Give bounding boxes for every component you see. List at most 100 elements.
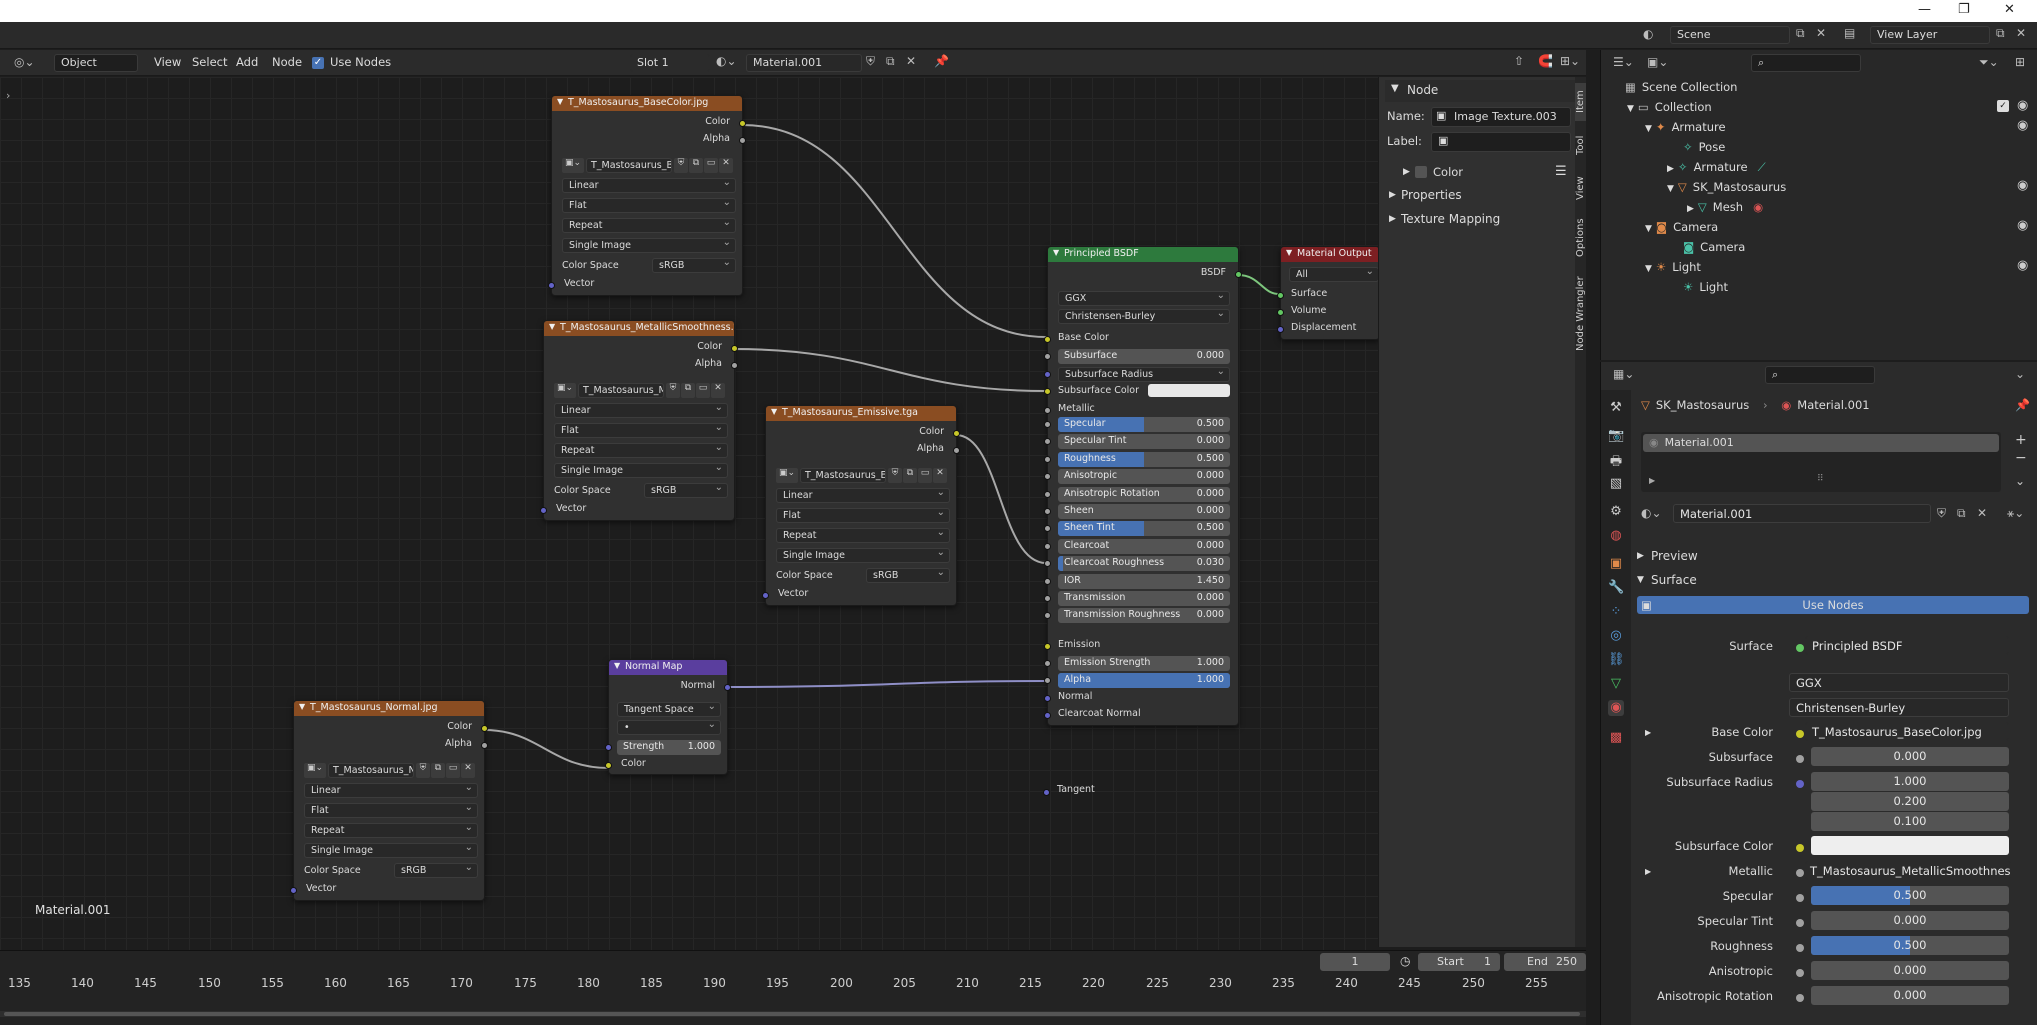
color-space-dropdown[interactable]: sRGB (644, 483, 728, 498)
distribution-dropdown[interactable]: GGX (1058, 291, 1230, 306)
source-dropdown[interactable]: Single Image (776, 548, 950, 563)
input-vector-socket[interactable] (290, 887, 297, 894)
anisotropic-rotation-slider[interactable]: Anisotropic Rotation 0.000 (1058, 487, 1230, 502)
snap-icon[interactable]: 🧲 (1538, 54, 1553, 68)
add-slot-icon[interactable]: + (2015, 432, 2027, 448)
render-tab-icon[interactable]: 📷 (1608, 428, 1624, 444)
color-expand-icon[interactable]: ▶ (1403, 167, 1410, 177)
pin-icon[interactable]: 📌 (2015, 398, 2030, 412)
properties-expand-icon[interactable]: ▶ (1389, 190, 1396, 200)
object-tab-icon[interactable]: ▣ (1608, 556, 1624, 572)
clock-icon[interactable]: ◷ (1400, 954, 1410, 968)
node-material-output[interactable]: ▼Material Output All Surface Volume Disp… (1277, 246, 1378, 340)
ior-slider[interactable]: IOR 1.450 (1058, 574, 1230, 589)
node-principled-bsdf[interactable]: ▼Principled BSDF BSDF GGX Christensen-Bu… (1044, 246, 1242, 726)
properties-section[interactable]: Properties (1401, 188, 1462, 202)
node-image-texture-metallic[interactable]: ▼ T_Mastosaurus_MetallicSmoothness.tga Co… (540, 320, 738, 521)
extension-dropdown[interactable]: Repeat (776, 528, 950, 543)
image-selector[interactable]: ▣⌄ T_Mastosaurus_N... ⛨ ⧉ ▭ ✕ (304, 763, 478, 779)
input-roughness-socket[interactable] (1044, 456, 1051, 463)
menu-select[interactable]: Select (192, 55, 227, 69)
specular-slider[interactable]: Specular 0.500 (1058, 417, 1230, 432)
output-alpha-socket[interactable] (739, 137, 746, 144)
outliner-camera[interactable]: ▼ ◙ Camera (1645, 220, 1718, 234)
output-color-socket[interactable] (739, 120, 746, 127)
slot-specials-icon[interactable]: ⌄ (2015, 474, 2025, 488)
tool-tab-icon[interactable]: ⚒ (1608, 400, 1624, 416)
use-nodes-button[interactable]: ▣ Use Nodes (1637, 596, 2029, 614)
outliner-light-data[interactable]: ☀ Light (1683, 280, 1728, 294)
pin-icon[interactable]: 📌 (934, 54, 949, 68)
unlink-image-icon[interactable]: ✕ (461, 763, 475, 778)
new-view-layer-icon[interactable]: ⧉ (1996, 26, 2005, 41)
node-panel-header[interactable]: ▼ Node (1385, 80, 1575, 102)
menu-view[interactable]: View (154, 55, 181, 69)
end-frame-field[interactable]: End 250 (1504, 953, 1586, 971)
duplicate-image-icon[interactable]: ⧉ (689, 158, 703, 173)
timeline-scrollbar[interactable] (0, 1011, 1586, 1017)
clearcoat-roughness-slider[interactable]: Clearcoat Roughness 0.030 (1058, 556, 1230, 571)
interpolation-dropdown[interactable]: Linear (776, 488, 950, 503)
uv-map-field[interactable]: • (617, 720, 721, 735)
input-metallic-socket[interactable] (1044, 407, 1051, 414)
delete-scene-icon[interactable]: ✕ (1816, 26, 1826, 40)
target-dropdown[interactable]: All (1289, 267, 1378, 282)
object-mode-dropdown[interactable]: Object (54, 54, 138, 72)
duplicate-image-icon[interactable]: ⧉ (903, 468, 917, 483)
outliner-pose[interactable]: ✧ Pose (1683, 140, 1725, 154)
eye-icon[interactable]: ◉ (2017, 118, 2028, 133)
node-label-field[interactable]: ▣ (1431, 132, 1571, 152)
start-frame-field[interactable]: Start 1 (1418, 953, 1500, 971)
output-tab-icon[interactable]: 🖶 (1608, 452, 1624, 469)
scene-icon[interactable]: ◐ (1643, 27, 1653, 41)
output-alpha-socket[interactable] (481, 742, 488, 749)
outliner-mesh[interactable]: ▶ ▽ Mesh ◉ (1687, 200, 1763, 214)
list-icon[interactable]: ☰ (1555, 164, 1567, 179)
color-space-dropdown[interactable]: sRGB (394, 863, 478, 878)
input-clearcoat-roughness-socket[interactable] (1044, 560, 1051, 567)
distribution-dropdown[interactable]: GGX (1789, 673, 2009, 692)
output-color-socket[interactable] (953, 430, 960, 437)
particles-tab-icon[interactable]: ⁘ (1608, 604, 1624, 620)
input-vector-socket[interactable] (540, 507, 547, 514)
input-normal-socket[interactable] (1044, 695, 1051, 702)
extension-dropdown[interactable]: Repeat (304, 823, 478, 838)
menu-add[interactable]: Add (236, 55, 258, 69)
surface-shader-field[interactable]: Principled BSDF (1805, 636, 2009, 655)
specular-tint-slider[interactable]: Specular Tint 0.000 (1058, 434, 1230, 449)
modifier-tab-icon[interactable]: 🔧 (1608, 580, 1624, 596)
image-browse-icon[interactable]: ▣⌄ (554, 383, 576, 398)
surface-section[interactable]: Surface (1651, 573, 1697, 587)
input-subsurface-color-socket[interactable] (1044, 388, 1051, 395)
surface-collapse-icon[interactable]: ▼ (1637, 575, 1644, 585)
input-base-color-socket[interactable] (1044, 336, 1051, 343)
input-clearcoat-socket[interactable] (1044, 543, 1051, 550)
output-color-socket[interactable] (731, 345, 738, 352)
maximize-button[interactable]: ❐ (1958, 2, 1970, 17)
output-bsdf-socket[interactable] (1235, 271, 1242, 278)
data-tab-icon[interactable]: ▽ (1608, 676, 1624, 692)
sheen-slider[interactable]: Sheen 0.000 (1058, 504, 1230, 519)
fake-user-shield-icon[interactable]: ⛨ (866, 54, 875, 69)
outliner-search-input[interactable]: ⌕ (1751, 54, 1861, 72)
resize-grip-icon[interactable]: ⠿ (1817, 474, 1824, 484)
node-image-texture-normal[interactable]: ▼ T_Mastosaurus_Normal.jpg Color Alpha ▣⌄… (290, 700, 488, 901)
new-collection-icon[interactable]: ⊞ (2015, 55, 2025, 69)
image-name-field[interactable]: T_Mastosaurus_B... (586, 158, 672, 173)
subsurface-color-swatch[interactable] (1811, 836, 2009, 855)
unlink-image-icon[interactable]: ✕ (711, 383, 725, 398)
output-normal-socket[interactable] (724, 684, 731, 691)
alpha-slider[interactable]: Alpha 1.000 (1058, 673, 1230, 688)
parent-node-tree-icon[interactable]: ⇧ (1514, 54, 1524, 68)
scene-field[interactable]: Scene (1670, 26, 1790, 44)
close-button[interactable]: ✕ (2004, 2, 2015, 17)
outliner-armature[interactable]: ▼ ✦ Armature (1645, 120, 1726, 134)
material-name-field[interactable]: Material.001 (746, 54, 862, 72)
extension-dropdown[interactable]: Repeat (562, 218, 736, 233)
material-browse-icon[interactable]: ◐⌄ (1641, 506, 1662, 520)
tab-item[interactable]: Item (1575, 83, 1586, 121)
base-color-link-field[interactable]: T_Mastosaurus_BaseColor.jpg (1805, 722, 2009, 741)
outliner-type-icon[interactable]: ☰⌄ (1613, 55, 1634, 69)
view-layer-field[interactable]: View Layer (1870, 26, 1990, 44)
image-selector[interactable]: ▣⌄ T_Mastosaurus_M... ⛨ ⧉ ▭ ✕ (554, 383, 728, 399)
